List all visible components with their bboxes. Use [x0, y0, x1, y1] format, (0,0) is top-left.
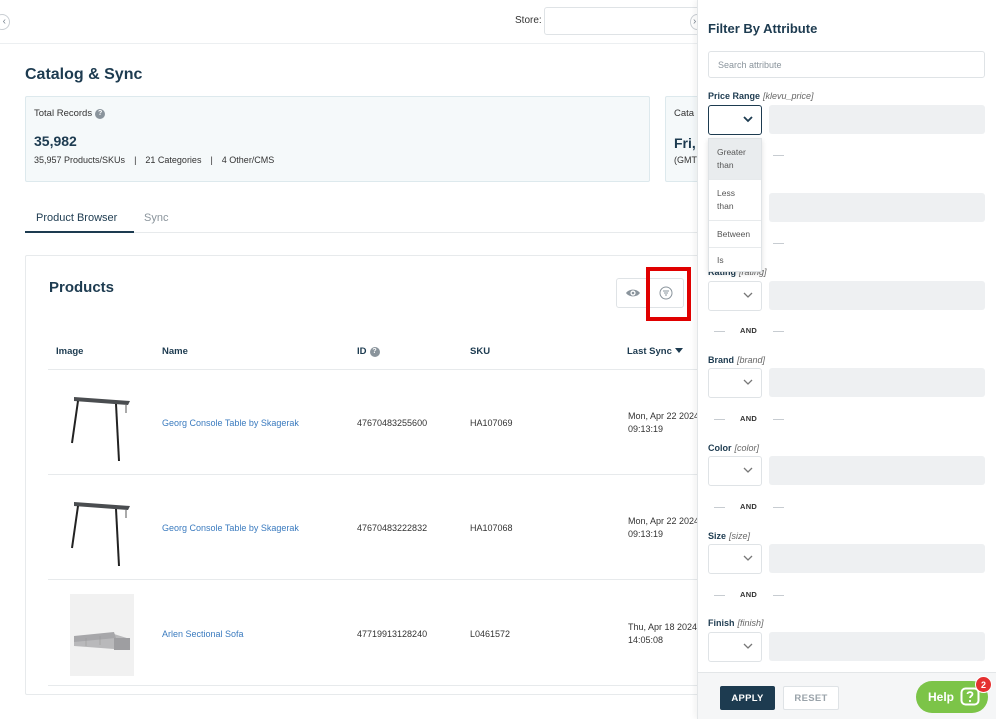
column-header-id[interactable]: ID? — [357, 346, 380, 357]
column-header-image: Image — [56, 346, 84, 357]
product-image-console-table — [70, 383, 134, 463]
chevron-right-icon: › — [693, 16, 697, 27]
catalog-sync-value: Fri, — [674, 135, 696, 151]
chevron-down-icon — [743, 116, 753, 123]
store-label: Store: — [515, 15, 542, 26]
products-panel: Products Image Name ID? SKU Last Sync Ge… — [25, 255, 697, 695]
value-input-price-range[interactable] — [769, 105, 985, 134]
product-name-link[interactable]: Georg Console Table by Skagerak — [162, 523, 299, 533]
product-sku: L0461572 — [470, 629, 511, 639]
catalog-sync-label: Cata — [674, 108, 695, 119]
attribute-label-color: Color [color] — [708, 443, 760, 453]
total-records-card: Total Records? 35,982 35,957 Products/SK… — [25, 96, 650, 182]
operator-select-finish[interactable] — [708, 632, 762, 662]
help-label: Help — [928, 690, 955, 704]
operator-dropdown-menu: Greater than Less than Between Is — [708, 138, 762, 272]
and-separator: AND — [712, 325, 787, 337]
page-title: Catalog & Sync — [25, 66, 143, 83]
operator-select-price-range[interactable] — [708, 105, 762, 135]
help-question-icon[interactable]: ? — [95, 109, 106, 119]
operator-option-less-than[interactable]: Less than — [709, 180, 761, 220]
notification-badge: 2 — [975, 676, 992, 693]
id-help-icon[interactable]: ? — [369, 347, 380, 357]
records-breakdown: 35,957 Products/SKUs | 21 Categories | 4 Oth… — [34, 155, 275, 165]
other-count: 4 Other/CMS — [221, 155, 275, 165]
value-input-color[interactable] — [769, 456, 985, 485]
operator-option-greater-than[interactable]: Greater than — [709, 139, 761, 179]
operator-select-color[interactable] — [708, 456, 762, 486]
table-row[interactable]: Georg Console Table by Skagerak 47670483… — [48, 370, 697, 475]
sort-desc-icon — [674, 348, 683, 353]
table-row[interactable]: Georg Console Table by Skagerak 47670483… — [48, 475, 697, 580]
attribute-label-price-range: Price Range [klevu_price] — [708, 91, 814, 101]
operator-option-is[interactable]: Is — [709, 248, 761, 272]
operator-select-rating[interactable] — [708, 281, 762, 311]
last-sync-time: Mon, Apr 22 2024 09:13:19 — [628, 516, 697, 539]
tab-bar: Product Browser Sync — [25, 206, 697, 233]
active-tab-indicator — [25, 231, 134, 233]
tab-sync[interactable]: Sync — [144, 212, 168, 224]
product-sku: HA107069 — [470, 418, 513, 428]
product-name-link[interactable]: Georg Console Table by Skagerak — [162, 418, 299, 428]
table-row[interactable]: Arlen Sectional Sofa 47719913128240 L046… — [48, 581, 697, 686]
filter-panel-title: Filter By Attribute — [708, 21, 818, 36]
categories-count: 21 Categories — [145, 155, 202, 165]
and-separator: AND — [712, 589, 787, 601]
value-input-finish[interactable] — [769, 632, 985, 661]
product-sku: HA107068 — [470, 523, 513, 533]
product-image-console-table — [70, 488, 134, 568]
value-input-brand[interactable] — [769, 368, 985, 397]
products-count: 35,957 Products/SKUs — [34, 155, 126, 165]
product-id: 47670483222832 — [357, 523, 428, 533]
top-bar: Store: — [0, 0, 697, 44]
product-image-sectional-sofa — [70, 594, 134, 676]
value-input-rating[interactable] — [769, 281, 985, 310]
catalog-sync-timezone: (GMT — [674, 155, 697, 165]
last-sync-time: Mon, Apr 22 2024 09:13:19 — [628, 411, 697, 434]
operator-select-size[interactable] — [708, 544, 762, 574]
chevron-down-icon — [743, 292, 753, 298]
column-header-name[interactable]: Name — [162, 346, 188, 357]
eye-icon — [626, 289, 640, 297]
column-header-sku[interactable]: SKU — [470, 346, 490, 357]
last-sync-time: Thu, Apr 18 2024 14:05:08 — [628, 622, 697, 645]
search-attribute-input[interactable] — [708, 51, 985, 78]
catalog-sync-card: Cata Fri, (GMT — [665, 96, 697, 182]
operator-select-brand[interactable] — [708, 368, 762, 398]
product-id: 47719913128240 — [357, 629, 428, 639]
product-id: 47670483255600 — [357, 418, 428, 428]
products-title: Products — [49, 279, 115, 296]
filter-button-highlight — [646, 267, 691, 321]
chevron-down-icon — [743, 643, 753, 649]
product-name-link[interactable]: Arlen Sectional Sofa — [162, 629, 244, 639]
reset-button[interactable]: RESET — [783, 686, 839, 710]
toggle-columns-button[interactable] — [617, 279, 649, 307]
chevron-down-icon — [743, 467, 753, 473]
value-input-category[interactable] — [769, 193, 985, 222]
attribute-label-size: Size [size] — [708, 531, 751, 541]
main-content: Store: ‹ Catalog & Sync Total Records? 3… — [0, 0, 697, 719]
and-separator: AND — [712, 413, 787, 425]
total-records-value: 35,982 — [34, 133, 77, 149]
chevron-down-icon — [743, 379, 753, 385]
chevron-left-icon: ‹ — [2, 16, 6, 27]
filter-panel: Filter By Attribute Price Range[klevu_pr… — [697, 0, 996, 719]
value-input-size[interactable] — [769, 544, 985, 573]
column-header-last-sync[interactable]: Last Sync — [627, 346, 683, 357]
operator-option-between[interactable]: Between — [709, 221, 761, 247]
store-select[interactable] — [544, 7, 697, 35]
tab-product-browser[interactable]: Product Browser — [36, 212, 117, 224]
chevron-down-icon — [743, 555, 753, 561]
attribute-label-finish: Finish [finish] — [708, 618, 764, 628]
apply-button[interactable]: APPLY — [720, 686, 775, 710]
attribute-label-brand: Brand [brand] — [708, 355, 766, 365]
total-records-label: Total Records — [34, 108, 93, 119]
and-separator: AND — [712, 501, 787, 513]
